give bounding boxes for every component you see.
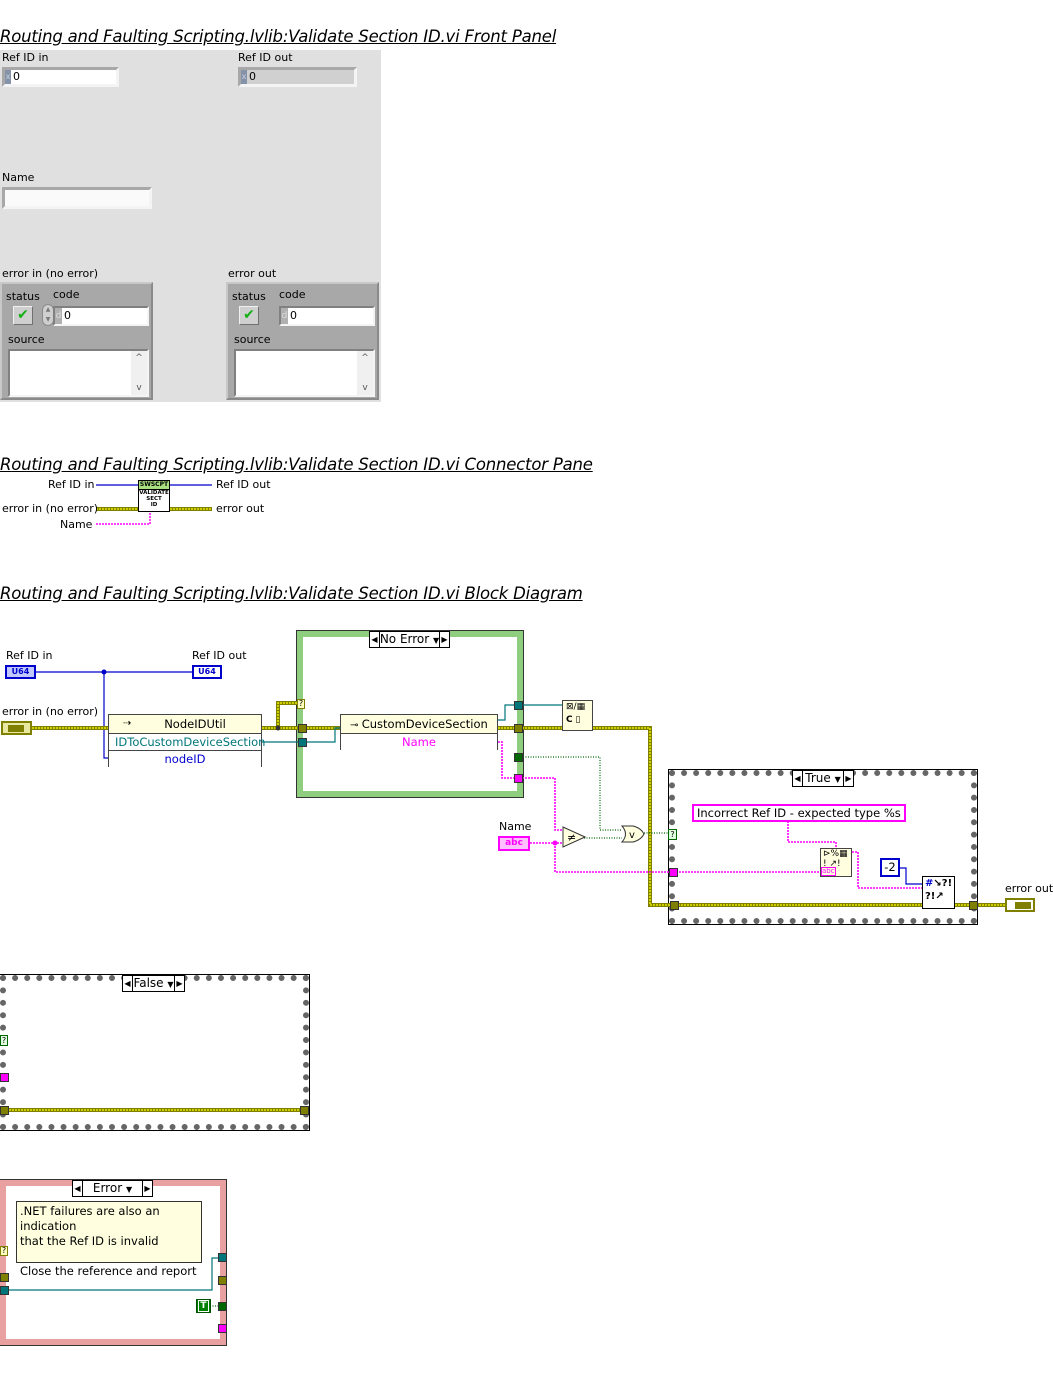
error-tunnel-out — [300, 1106, 309, 1115]
diagram-comment: .NET failures are also an indication tha… — [16, 1201, 202, 1278]
property-node-customdevicesection[interactable]: ⊸ CustomDeviceSection Name — [340, 714, 498, 750]
error-tunnel-in — [0, 1106, 9, 1115]
cluster-icon — [8, 725, 24, 732]
invoke-arrow-icon: ⇢ — [123, 718, 132, 729]
error-out-terminal[interactable] — [1005, 898, 1035, 912]
bool-tunnel-out — [514, 753, 523, 762]
format-into-string-node[interactable]: ⊳%▦! ↗! abc — [820, 848, 852, 877]
case-selector-terminal[interactable]: ? — [297, 699, 305, 709]
next-case-icon[interactable]: ▶ — [843, 771, 853, 786]
prev-case-icon[interactable]: ◀ — [73, 1181, 83, 1196]
u64-type: U64 — [11, 667, 30, 676]
bd-name-label: Name — [499, 820, 532, 833]
error-in-terminal[interactable] — [1, 721, 32, 735]
dotnet-tunnel-out — [514, 701, 523, 710]
case-selector-terminal[interactable]: ? — [0, 1246, 8, 1256]
error-code-wire — [900, 867, 922, 885]
selector-q: ? — [670, 830, 675, 839]
error-tunnel-in — [670, 901, 679, 910]
not-equal-node[interactable]: ≠ — [562, 826, 586, 848]
case-selector-error[interactable]: ◀ Error ▼ ▶ — [72, 1180, 153, 1197]
case-selector-terminal[interactable]: ? — [0, 1035, 8, 1046]
or-icon: v — [629, 830, 635, 841]
not-equal-icon: ≠ — [567, 831, 576, 844]
next-case-icon[interactable]: ▶ — [142, 1181, 152, 1196]
error-cluster-from-code-node[interactable]: #↘?! ?!↗ — [922, 876, 955, 909]
bd-ref-id-out-label: Ref ID out — [192, 649, 247, 662]
error-tunnel-in — [0, 1273, 9, 1282]
close-reference-icon: ⊠/▦ C ▯ — [566, 702, 586, 725]
case-selector-false[interactable]: ◀ False ▼ ▶ — [122, 975, 185, 992]
true-constant-label: T — [198, 1300, 209, 1312]
case-label: True — [805, 771, 831, 785]
string-type: abc — [821, 867, 836, 876]
bd-error-out-label: error out — [1005, 882, 1053, 895]
dotnet-tunnel-out — [218, 1253, 227, 1262]
string-tunnel-in — [669, 868, 678, 877]
bd-error-in-label: error in (no error) — [2, 705, 99, 718]
string-tunnel-out — [218, 1324, 227, 1333]
case-label: Error — [92, 1181, 123, 1195]
or-node[interactable]: v — [621, 825, 645, 843]
prev-case-icon[interactable]: ◀ — [793, 771, 803, 786]
property-node-name: Name — [341, 733, 497, 750]
boolean-wire — [210, 756, 668, 1307]
dotnet-tunnel-in — [0, 1286, 9, 1295]
prev-case-icon[interactable]: ◀ — [370, 632, 380, 647]
format-into-string-icon: ⊳%▦! ↗! — [823, 849, 848, 869]
error-code-constant[interactable]: -2 — [880, 858, 900, 877]
error-tunnel-out — [218, 1276, 227, 1285]
case-selector-terminal[interactable]: ? — [668, 829, 677, 840]
dropdown-icon[interactable]: ▼ — [167, 980, 173, 989]
error-cluster-icon: #↘?! ?!↗ — [925, 878, 953, 902]
case-selector-no-error[interactable]: ◀ No Error ▼ ▶ — [369, 631, 450, 648]
property-icon: ⊸ — [350, 720, 362, 731]
selector-q: ? — [1, 1246, 7, 1255]
invoke-node-nodeidutil[interactable]: ⇢ NodeIDUtil IDToCustomDeviceSection node… — [108, 714, 265, 767]
next-case-icon[interactable]: ▶ — [174, 976, 184, 991]
invoke-node-param: nodeID — [109, 750, 261, 767]
error-tunnel-out — [514, 724, 523, 733]
next-case-icon[interactable]: ▶ — [439, 632, 449, 647]
string-tunnel-out — [514, 774, 523, 783]
true-constant[interactable]: T — [196, 1299, 211, 1313]
dotnet-tunnel-in — [298, 738, 307, 747]
prev-case-icon[interactable]: ◀ — [123, 976, 133, 991]
case-selector-true[interactable]: ◀ True ▼ ▶ — [792, 770, 854, 787]
bool-tunnel-out — [218, 1302, 227, 1311]
error-tunnel-out — [969, 901, 978, 910]
ref-id-out-terminal[interactable]: U64 — [192, 665, 222, 679]
close-reference-node[interactable]: ⊠/▦ C ▯ — [562, 700, 593, 731]
selector-q: ? — [1, 1036, 7, 1045]
string-tunnel-in — [0, 1073, 9, 1082]
dropdown-icon[interactable]: ▼ — [126, 1185, 132, 1194]
ref-id-in-terminal[interactable]: U64 — [5, 665, 36, 679]
format-string-constant[interactable]: Incorrect Ref ID - expected type %s — [692, 804, 906, 822]
cluster-icon — [1015, 902, 1031, 909]
dropdown-icon[interactable]: ▼ — [835, 775, 841, 784]
case-label: False — [133, 976, 164, 990]
error-tunnel-in — [298, 724, 307, 733]
u64-type: U64 — [198, 667, 216, 676]
name-terminal[interactable]: abc — [498, 836, 530, 851]
invoke-node-class: ⇢ NodeIDUtil — [123, 717, 226, 731]
property-node-class: ⊸ CustomDeviceSection — [350, 717, 488, 731]
block-diagram-wires — [6, 669, 1006, 1307]
case-label: No Error — [379, 632, 430, 646]
bd-ref-id-in-label: Ref ID in — [6, 649, 53, 662]
selector-q: ? — [298, 699, 304, 708]
string-type: abc — [505, 838, 523, 848]
invoke-node-method: IDToCustomDeviceSection — [109, 733, 265, 750]
